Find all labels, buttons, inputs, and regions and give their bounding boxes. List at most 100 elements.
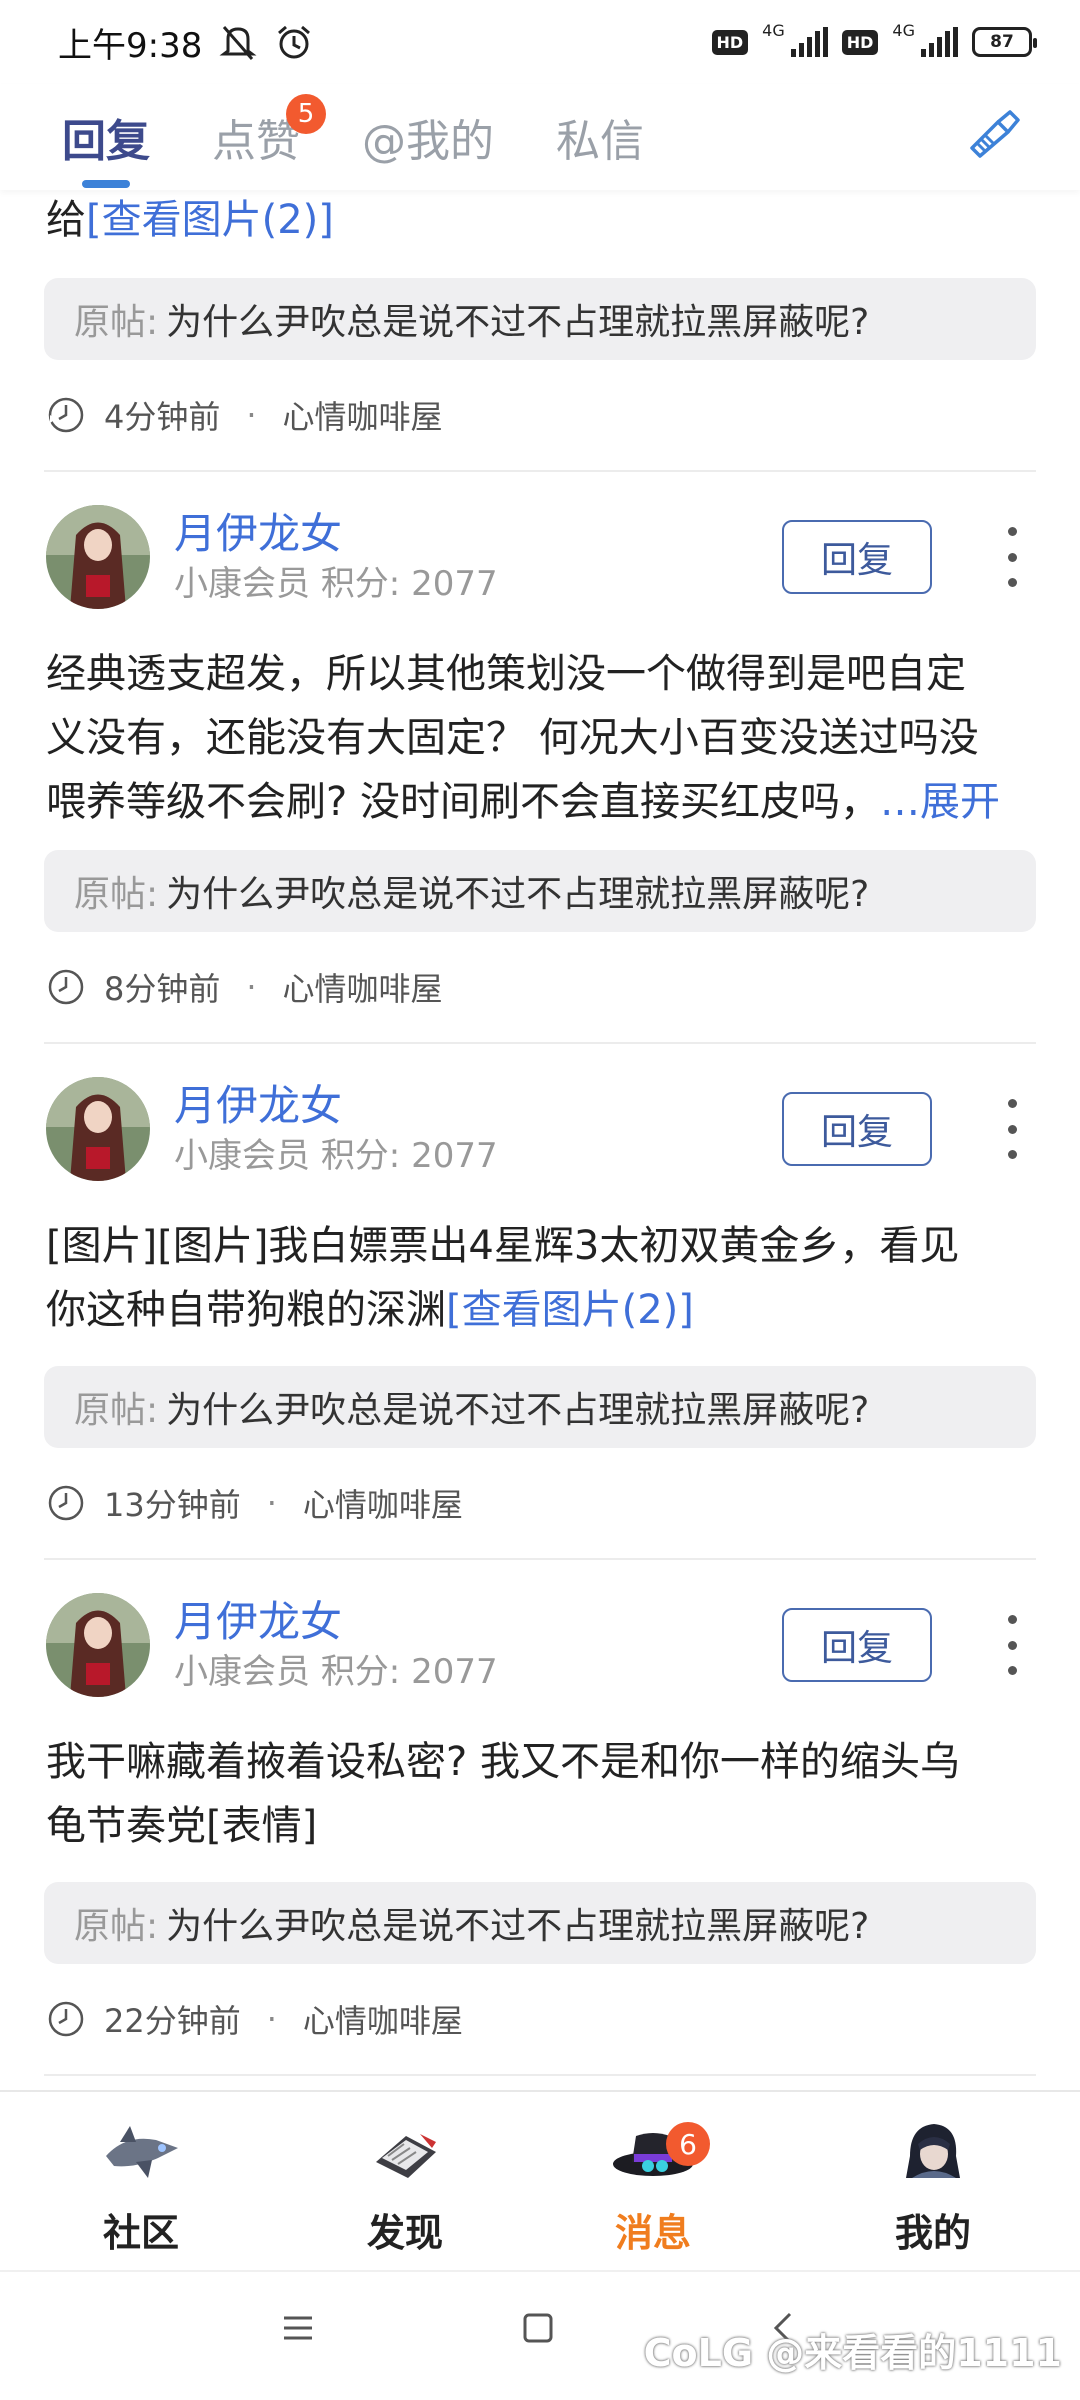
home-icon[interactable] bbox=[518, 2308, 558, 2348]
discover-icon bbox=[376, 2134, 436, 2178]
battery-level: 87 bbox=[990, 32, 1014, 52]
community-name[interactable]: 心情咖啡屋 bbox=[303, 1996, 463, 2042]
reply-text-line: [图片][图片]我白嫖票出4星辉3太初双黄金乡，看见 bbox=[46, 1223, 960, 1269]
tab-label: 私信 bbox=[556, 116, 644, 167]
status-time: 上午9:38 bbox=[58, 25, 203, 66]
more-options-icon[interactable] bbox=[1000, 527, 1024, 587]
network-type: 4G bbox=[762, 20, 785, 40]
menu-icon[interactable] bbox=[278, 2308, 318, 2348]
battery-icon: 87 bbox=[972, 27, 1037, 57]
clock-icon bbox=[48, 1485, 84, 1521]
user-level: 小康会员 bbox=[174, 564, 310, 604]
reply-button[interactable]: 回复 bbox=[782, 520, 932, 594]
more-options-icon[interactable] bbox=[1000, 1615, 1024, 1675]
avatar[interactable] bbox=[46, 505, 150, 609]
nav-profile[interactable]: 我的 bbox=[888, 2112, 978, 2257]
reply-meta: 8分钟前 · 心情咖啡屋 bbox=[0, 932, 1080, 1042]
network-type-2: 4G bbox=[892, 20, 915, 40]
messages-badge: 6 bbox=[666, 2122, 710, 2166]
reply-text-line: 经典透支超发，所以其他策划没一个做得到是吧自定 bbox=[46, 651, 966, 697]
quote-text: 为什么尹吹总是说不过不占理就拉黑屏蔽呢? bbox=[166, 302, 870, 343]
tab-likes[interactable]: 点赞 5 bbox=[212, 84, 326, 190]
reply-text-line: 我干嘛藏着掖着设私密? 我又不是和你一样的缩头乌 bbox=[46, 1739, 960, 1785]
original-post-quote[interactable]: 原帖: 为什么尹吹总是说不过不占理就拉黑屏蔽呢? bbox=[44, 850, 1036, 932]
reply-item-partial: 给[查看图片(2)] 原帖: 为什么尹吹总是说不过不占理就拉黑屏蔽呢? 4分钟前… bbox=[0, 190, 1080, 472]
reply-text-line: 义没有，还能没有大固定？ 何况大小百变没送过吗没 bbox=[46, 715, 979, 761]
alarm-icon bbox=[278, 25, 311, 59]
quote-label: 原帖: bbox=[74, 302, 159, 343]
user-level: 小康会员 bbox=[174, 1652, 310, 1692]
hd-badge-2: HD bbox=[841, 29, 879, 55]
reply-time: 8分钟前 bbox=[104, 970, 221, 1008]
username[interactable]: 月伊龙女 bbox=[174, 1079, 498, 1133]
signal-icon-2 bbox=[921, 27, 958, 57]
bottom-nav: 社区 发现 6 消息 我的 bbox=[0, 2090, 1080, 2270]
tab-private-messages[interactable]: 私信 bbox=[556, 84, 644, 190]
community-icon bbox=[106, 2126, 178, 2178]
meta-separator: · bbox=[266, 2000, 277, 2038]
reply-item: 月伊龙女 小康会员 积分: 2077 回复 [图片][图片]我白嫖票出4星辉3太… bbox=[0, 1044, 1080, 1560]
clock-icon bbox=[48, 397, 84, 433]
meta-separator: · bbox=[246, 396, 257, 434]
clock-icon bbox=[48, 2001, 84, 2037]
reply-meta: 13分钟前 · 心情咖啡屋 bbox=[0, 1448, 1080, 1558]
quote-label: 原帖: bbox=[74, 874, 159, 915]
reply-time: 22分钟前 bbox=[104, 2002, 241, 2040]
clock-icon bbox=[48, 969, 84, 1005]
reply-text: 给 bbox=[46, 197, 86, 243]
nav-discover[interactable]: 发现 bbox=[360, 2112, 450, 2257]
nav-label: 消息 bbox=[614, 2211, 691, 2255]
nav-community[interactable]: 社区 bbox=[96, 2112, 186, 2257]
reply-content: [图片][图片]我白嫖票出4星辉3太初双黄金乡，看见 你这种自带狗粮的深渊[查看… bbox=[0, 1214, 1080, 1342]
tab-replies[interactable]: 回复 bbox=[62, 84, 150, 190]
tab-label: 回复 bbox=[62, 116, 150, 167]
more-options-icon[interactable] bbox=[1000, 1099, 1024, 1159]
nav-messages[interactable]: 6 消息 bbox=[608, 2112, 710, 2257]
reply-button[interactable]: 回复 bbox=[782, 1092, 932, 1166]
profile-icon bbox=[906, 2124, 960, 2178]
reply-content: 我干嘛藏着掖着设私密? 我又不是和你一样的缩头乌 龟节奏党[表情] bbox=[0, 1730, 1080, 1858]
watermark: CoLG @来看看的1111 bbox=[643, 2331, 1062, 2375]
mute-icon bbox=[219, 26, 257, 60]
reply-text-line: 你这种自带狗粮的深渊 bbox=[46, 1287, 446, 1333]
community-name[interactable]: 心情咖啡屋 bbox=[303, 1480, 463, 1526]
reply-text-line: 龟节奏党[表情] bbox=[46, 1803, 318, 1849]
meta-separator: · bbox=[266, 1484, 277, 1522]
user-level: 小康会员 bbox=[174, 1136, 310, 1176]
divider bbox=[44, 2074, 1036, 2076]
reply-button[interactable]: 回复 bbox=[782, 1608, 932, 1682]
tab-label: @我的 bbox=[362, 116, 494, 167]
reply-text-line: 喂养等级不会刷? 没时间刷不会直接买红皮吗， bbox=[46, 779, 880, 825]
user-score: 积分: 2077 bbox=[320, 1136, 498, 1176]
view-images-link[interactable]: [查看图片(2)] bbox=[446, 1287, 694, 1333]
tab-mentions[interactable]: @我的 bbox=[362, 84, 494, 190]
clear-all-icon[interactable] bbox=[962, 106, 1026, 170]
username[interactable]: 月伊龙女 bbox=[174, 1595, 498, 1649]
community-name[interactable]: 心情咖啡屋 bbox=[283, 392, 443, 438]
quote-text: 为什么尹吹总是说不过不占理就拉黑屏蔽呢? bbox=[166, 1390, 870, 1431]
original-post-quote[interactable]: 原帖: 为什么尹吹总是说不过不占理就拉黑屏蔽呢? bbox=[44, 278, 1036, 360]
reply-meta: 22分钟前 · 心情咖啡屋 bbox=[0, 1964, 1080, 2074]
nav-label: 社区 bbox=[102, 2211, 179, 2255]
user-score: 积分: 2077 bbox=[320, 564, 498, 604]
nav-label: 我的 bbox=[894, 2211, 971, 2255]
original-post-quote[interactable]: 原帖: 为什么尹吹总是说不过不占理就拉黑屏蔽呢? bbox=[44, 1882, 1036, 1964]
username[interactable]: 月伊龙女 bbox=[174, 507, 498, 561]
hd-badge: HD bbox=[711, 29, 749, 55]
avatar[interactable] bbox=[46, 1077, 150, 1181]
community-name[interactable]: 心情咖啡屋 bbox=[283, 964, 443, 1010]
likes-badge: 5 bbox=[286, 94, 326, 134]
reply-feed: 给[查看图片(2)] 原帖: 为什么尹吹总是说不过不占理就拉黑屏蔽呢? 4分钟前… bbox=[0, 190, 1080, 2076]
status-bar: 上午9:38 HD 4G HD 4G 87 bbox=[0, 0, 1080, 84]
user-score: 积分: 2077 bbox=[320, 1652, 498, 1692]
view-images-link[interactable]: [查看图片(2)] bbox=[86, 197, 334, 243]
expand-link[interactable]: …展开 bbox=[880, 779, 1000, 825]
quote-text: 为什么尹吹总是说不过不占理就拉黑屏蔽呢? bbox=[166, 1906, 870, 1947]
original-post-quote[interactable]: 原帖: 为什么尹吹总是说不过不占理就拉黑屏蔽呢? bbox=[44, 1366, 1036, 1448]
nav-label: 发现 bbox=[366, 2211, 443, 2255]
message-tabs: 回复 点赞 5 @我的 私信 bbox=[0, 84, 1080, 190]
avatar[interactable] bbox=[46, 1593, 150, 1697]
reply-time: 13分钟前 bbox=[104, 1486, 241, 1524]
reply-content: 经典透支超发，所以其他策划没一个做得到是吧自定 义没有，还能没有大固定？ 何况大… bbox=[0, 642, 1080, 834]
quote-label: 原帖: bbox=[74, 1390, 159, 1431]
